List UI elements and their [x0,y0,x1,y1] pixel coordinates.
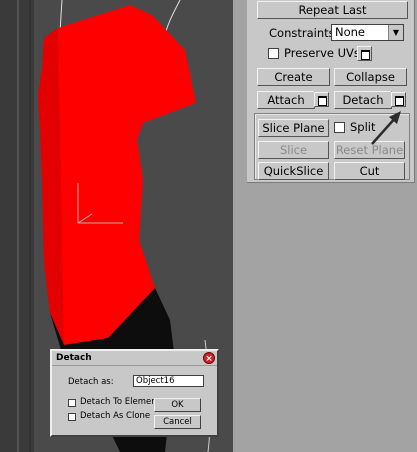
detach-to-element-label: Detach To Element [80,397,160,407]
attach-settings-icon[interactable] [314,92,329,107]
ok-button[interactable]: OK [154,398,201,412]
chevron-down-icon[interactable]: ▼ [388,25,403,40]
preserve-uvs-checkbox[interactable] [268,48,279,59]
dialog-title: Detach [56,353,92,363]
constraints-select[interactable]: None ▼ [331,24,404,41]
close-icon[interactable]: × [203,352,215,364]
slice-plane-button[interactable]: Slice Plane [258,119,329,137]
detach-as-label: Detach as: [68,377,114,387]
create-button[interactable]: Create [257,68,330,86]
command-panel: Repeat Last Constraints: None ▼ Preserve… [247,0,415,183]
dialog-title-bar[interactable]: Detach [52,351,217,366]
quickslice-button[interactable]: QuickSlice [258,162,329,180]
cancel-button[interactable]: Cancel [154,415,201,429]
repeat-last-button[interactable]: Repeat Last [257,1,408,19]
split-checkbox[interactable] [334,122,345,133]
slice-button[interactable]: Slice [258,141,329,159]
detach-as-clone-label: Detach As Clone [80,411,151,421]
detach-as-clone-checkbox[interactable] [68,413,76,421]
arrow-annotation-icon [371,111,401,145]
attach-button[interactable]: Attach [257,91,315,109]
constraints-value: None [335,25,366,39]
detach-dialog: Detach × Detach as: Object16 Detach To E… [50,349,219,437]
cut-button[interactable]: Cut [334,162,405,180]
collapse-button[interactable]: Collapse [334,68,407,86]
detach-to-element-checkbox[interactable] [68,399,76,407]
constraints-label: Constraints: [269,26,339,40]
preserve-uvs-settings-icon[interactable] [357,46,372,61]
preserve-uvs-label: Preserve UVs [284,46,360,60]
detach-as-input[interactable]: Object16 [133,375,204,387]
